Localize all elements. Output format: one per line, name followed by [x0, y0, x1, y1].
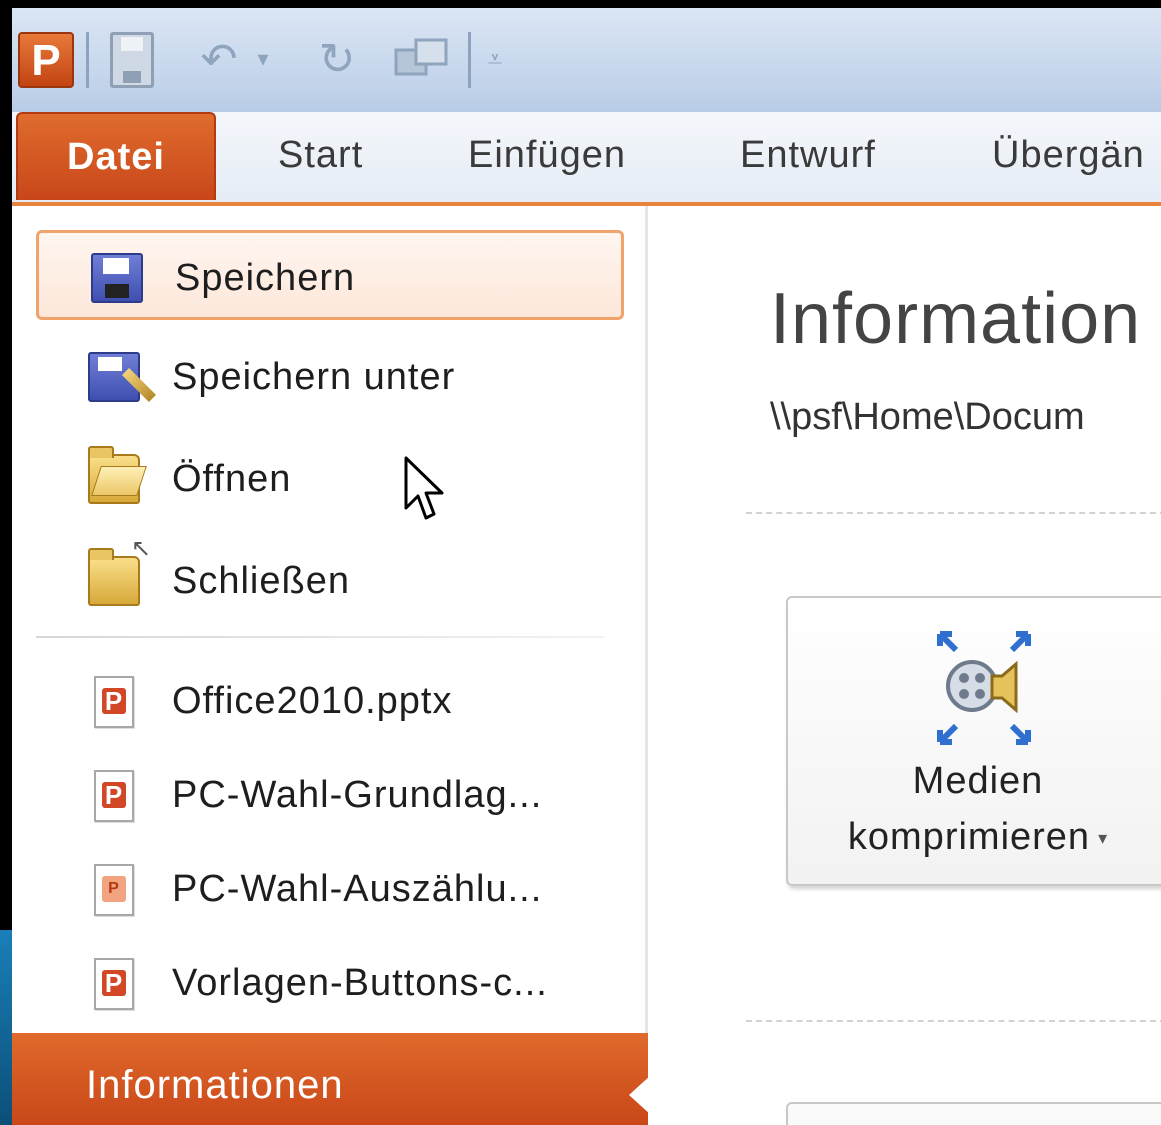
pptx-file-icon: P — [94, 958, 134, 1010]
recent-file-item[interactable]: P PC-Wahl-Grundlag... — [36, 750, 624, 840]
save-icon[interactable] — [110, 32, 154, 88]
recent-file-item[interactable]: P PC-Wahl-Auszählu... — [36, 844, 624, 934]
compress-media-label: Medien — [912, 760, 1044, 802]
tab-start[interactable]: Start — [278, 112, 363, 202]
compress-media-button[interactable]: Medien komprimieren ▾ — [786, 596, 1161, 886]
recent-file-item[interactable]: P Office2010.pptx — [36, 656, 624, 746]
recent-file-label: PC-Wahl-Grundlag... — [172, 774, 543, 816]
section-divider — [746, 1020, 1161, 1022]
chevron-down-icon: ▾ — [1098, 828, 1109, 849]
pptx-file-icon: P — [94, 770, 134, 822]
menu-item-informationen[interactable]: Informationen — [12, 1033, 651, 1125]
redo-icon[interactable]: ↻ — [312, 32, 362, 88]
slideshow-icon[interactable] — [392, 32, 452, 88]
info-card[interactable] — [786, 1102, 1161, 1125]
menu-item-speichern[interactable]: Speichern — [36, 230, 624, 320]
toolbar-divider — [468, 32, 471, 88]
menu-item-schliessen[interactable]: Schließen — [36, 534, 624, 626]
page-title: Information — [770, 279, 1142, 359]
recent-file-item[interactable]: P Vorlagen-Buttons-c... — [36, 938, 624, 1028]
desktop-background-edge — [0, 930, 12, 1125]
ppt-file-icon: P — [94, 864, 134, 916]
mouse-cursor-icon — [404, 456, 444, 520]
menu-item-speichern-unter[interactable]: Speichern unter — [36, 332, 624, 422]
tab-datei[interactable]: Datei — [16, 112, 216, 200]
toolbar-divider — [86, 32, 89, 88]
menu-divider — [36, 636, 604, 638]
pptx-file-icon: P — [94, 676, 134, 728]
info-pane: Information \\psf\Home\Docum Medien komp… — [648, 206, 1161, 1125]
quick-access-toolbar: P ↶ ▾ ↻ ⩡ — [12, 8, 1161, 112]
tab-entwurf[interactable]: Entwurf — [740, 112, 876, 202]
menu-item-label: Schließen — [172, 560, 350, 602]
menu-item-label: Speichern — [175, 257, 356, 299]
undo-icon[interactable]: ↶ — [194, 32, 244, 88]
compress-media-label: komprimieren ▾ — [847, 816, 1109, 858]
menu-item-oeffnen[interactable]: Öffnen — [36, 434, 624, 524]
save-as-icon — [88, 352, 140, 402]
customize-toolbar-icon[interactable]: ⩡ — [478, 32, 512, 88]
app-icon[interactable]: P — [18, 32, 74, 88]
close-folder-icon — [88, 534, 152, 606]
save-icon — [91, 253, 143, 303]
section-divider — [746, 512, 1161, 514]
powerpoint-window: P ↶ ▾ ↻ ⩡ Datei Start Einfügen Entwurf Ü… — [12, 8, 1161, 1125]
recent-file-label: Vorlagen-Buttons-c... — [172, 962, 548, 1004]
recent-file-label: Office2010.pptx — [172, 680, 453, 722]
tab-uebergaenge[interactable]: Übergän — [992, 112, 1145, 202]
menu-item-label: Öffnen — [172, 458, 292, 500]
file-path: \\psf\Home\Docum — [770, 396, 1085, 438]
recent-file-label: PC-Wahl-Auszählu... — [172, 868, 543, 910]
ribbon-tabs: Datei Start Einfügen Entwurf Übergän — [12, 112, 1161, 206]
open-folder-icon — [88, 446, 140, 504]
backstage-menu: Speichern Speichern unter Öffnen Schließ… — [12, 206, 651, 1125]
compress-media-icon — [937, 631, 1031, 745]
tab-einfuegen[interactable]: Einfügen — [468, 112, 626, 202]
undo-dropdown-icon[interactable]: ▾ — [248, 32, 278, 88]
menu-item-label: Speichern unter — [172, 356, 456, 398]
